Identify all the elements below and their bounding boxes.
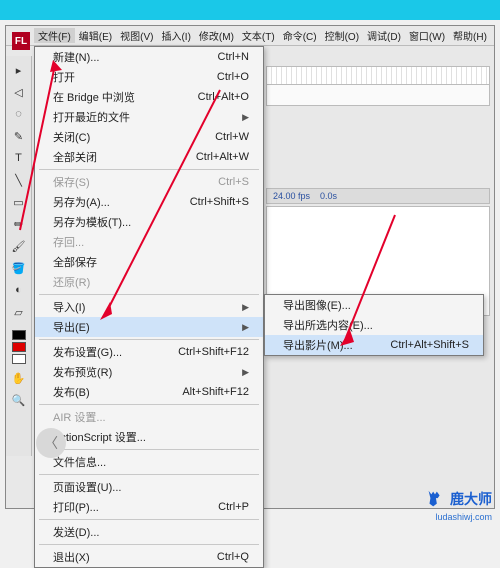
chevron-right-icon: ▶ <box>242 322 249 333</box>
fps-label: 24.00 fps <box>273 191 310 201</box>
menu-insert[interactable]: 插入(I) <box>157 28 194 43</box>
separator <box>39 294 259 295</box>
mi-air: AIR 设置... <box>35 407 263 427</box>
watermark-logo: 鹿大师 ludashiwj.com <box>424 488 492 510</box>
chevron-left-icon: 〈 <box>44 433 58 453</box>
mi-page-setup[interactable]: 页面设置(U)... <box>35 477 263 497</box>
back-button[interactable]: 〈 <box>36 428 66 458</box>
separator <box>39 474 259 475</box>
separator <box>39 339 259 340</box>
menu-edit[interactable]: 编辑(E) <box>75 28 116 43</box>
menu-file[interactable]: 文件(F) <box>34 28 75 43</box>
separator <box>39 404 259 405</box>
chevron-right-icon: ▶ <box>242 367 249 378</box>
brand-text: 鹿大师 <box>450 489 492 509</box>
menu-help[interactable]: 帮助(H) <box>449 28 491 43</box>
chevron-right-icon: ▶ <box>242 112 249 123</box>
mi-send[interactable]: 发送(D)... <box>35 522 263 542</box>
mi-pub-preview[interactable]: 发布预览(R)▶ <box>35 362 263 382</box>
mi-save-as[interactable]: 另存为(A)...Ctrl+Shift+S <box>35 192 263 212</box>
menu-command[interactable]: 命令(C) <box>279 28 321 43</box>
bucket-tool-icon[interactable]: 🪣 <box>11 260 27 276</box>
mi-as-settings[interactable]: ActionScript 设置... <box>35 427 263 447</box>
menu-modify[interactable]: 修改(M) <box>195 28 238 43</box>
chevron-right-icon: ▶ <box>242 302 249 313</box>
mi-save: 保存(S)Ctrl+S <box>35 172 263 192</box>
selection-tool-icon[interactable]: ▸ <box>11 62 27 78</box>
line-tool-icon[interactable]: ╲ <box>11 172 27 188</box>
menu-debug[interactable]: 调试(D) <box>363 28 405 43</box>
mi-fileinfo[interactable]: 文件信息... <box>35 452 263 472</box>
zoom-tool-icon[interactable]: 🔍 <box>11 392 27 408</box>
window-titlebar <box>0 0 500 20</box>
color-swatches <box>12 330 26 364</box>
mi-export-image[interactable]: 导出图像(E)... <box>265 295 483 315</box>
timeline-panel[interactable] <box>266 66 490 106</box>
mi-bridge[interactable]: 在 Bridge 中浏览Ctrl+Alt+O <box>35 87 263 107</box>
eraser-tool-icon[interactable]: ▱ <box>11 304 27 320</box>
pen-tool-icon[interactable]: ✎ <box>11 128 27 144</box>
mi-export[interactable]: 导出(E)▶ <box>35 317 263 337</box>
mi-pub-settings[interactable]: 发布设置(G)...Ctrl+Shift+F12 <box>35 342 263 362</box>
mi-recent[interactable]: 打开最近的文件▶ <box>35 107 263 127</box>
mi-close-all[interactable]: 全部关闭Ctrl+Alt+W <box>35 147 263 167</box>
bg-swatch[interactable] <box>12 354 26 364</box>
eyedropper-tool-icon[interactable]: ◐ <box>11 282 27 298</box>
pencil-tool-icon[interactable]: ✏ <box>11 216 27 232</box>
menu-window[interactable]: 窗口(W) <box>405 28 449 43</box>
app-logo: FL <box>12 32 30 50</box>
mi-save-all[interactable]: 全部保存 <box>35 252 263 272</box>
mi-open[interactable]: 打开Ctrl+O <box>35 67 263 87</box>
timeline-ruler[interactable] <box>267 67 489 85</box>
brush-tool-icon[interactable]: 🖌 <box>11 238 27 254</box>
file-menu-dropdown: 新建(N)...Ctrl+N 打开Ctrl+O 在 Bridge 中浏览Ctrl… <box>34 46 264 568</box>
menu-control[interactable]: 控制(O) <box>321 28 363 43</box>
mi-close[interactable]: 关闭(C)Ctrl+W <box>35 127 263 147</box>
mi-save-tpl[interactable]: 另存为模板(T)... <box>35 212 263 232</box>
mi-export-movie[interactable]: 导出影片(M)...Ctrl+Alt+Shift+S <box>265 335 483 355</box>
mi-import[interactable]: 导入(I)▶ <box>35 297 263 317</box>
deer-icon <box>424 488 446 510</box>
tool-panel: ▸ ◁ ◌ ✎ T ╲ ▭ ✏ 🖌 🪣 ◐ ▱ ✋ 🔍 <box>6 56 32 456</box>
subselect-tool-icon[interactable]: ◁ <box>11 84 27 100</box>
app-window: FL 文件(F) 编辑(E) 视图(V) 插入(I) 修改(M) 文本(T) 命… <box>5 25 495 509</box>
separator <box>39 449 259 450</box>
timeline-status: 24.00 fps 0.0s <box>266 188 490 204</box>
menu-view[interactable]: 视图(V) <box>116 28 157 43</box>
export-submenu: 导出图像(E)... 导出所选内容(E)... 导出影片(M)...Ctrl+A… <box>264 294 484 356</box>
lasso-tool-icon[interactable]: ◌ <box>11 106 27 122</box>
mi-new[interactable]: 新建(N)...Ctrl+N <box>35 47 263 67</box>
separator <box>39 544 259 545</box>
mi-publish[interactable]: 发布(B)Alt+Shift+F12 <box>35 382 263 402</box>
mi-revert: 还原(R) <box>35 272 263 292</box>
separator <box>39 519 259 520</box>
hand-tool-icon[interactable]: ✋ <box>11 370 27 386</box>
mi-exit[interactable]: 退出(X)Ctrl+Q <box>35 547 263 567</box>
time-label: 0.0s <box>320 191 337 201</box>
menubar: 文件(F) 编辑(E) 视图(V) 插入(I) 修改(M) 文本(T) 命令(C… <box>6 26 494 46</box>
mi-print[interactable]: 打印(P)...Ctrl+P <box>35 497 263 517</box>
stroke-swatch[interactable] <box>12 330 26 340</box>
timeline-track[interactable] <box>267 85 489 105</box>
separator <box>39 169 259 170</box>
mi-checkin: 存回... <box>35 232 263 252</box>
menu-text[interactable]: 文本(T) <box>238 28 279 43</box>
fill-swatch[interactable] <box>12 342 26 352</box>
text-tool-icon[interactable]: T <box>11 150 27 166</box>
mi-export-selection[interactable]: 导出所选内容(E)... <box>265 315 483 335</box>
rect-tool-icon[interactable]: ▭ <box>11 194 27 210</box>
